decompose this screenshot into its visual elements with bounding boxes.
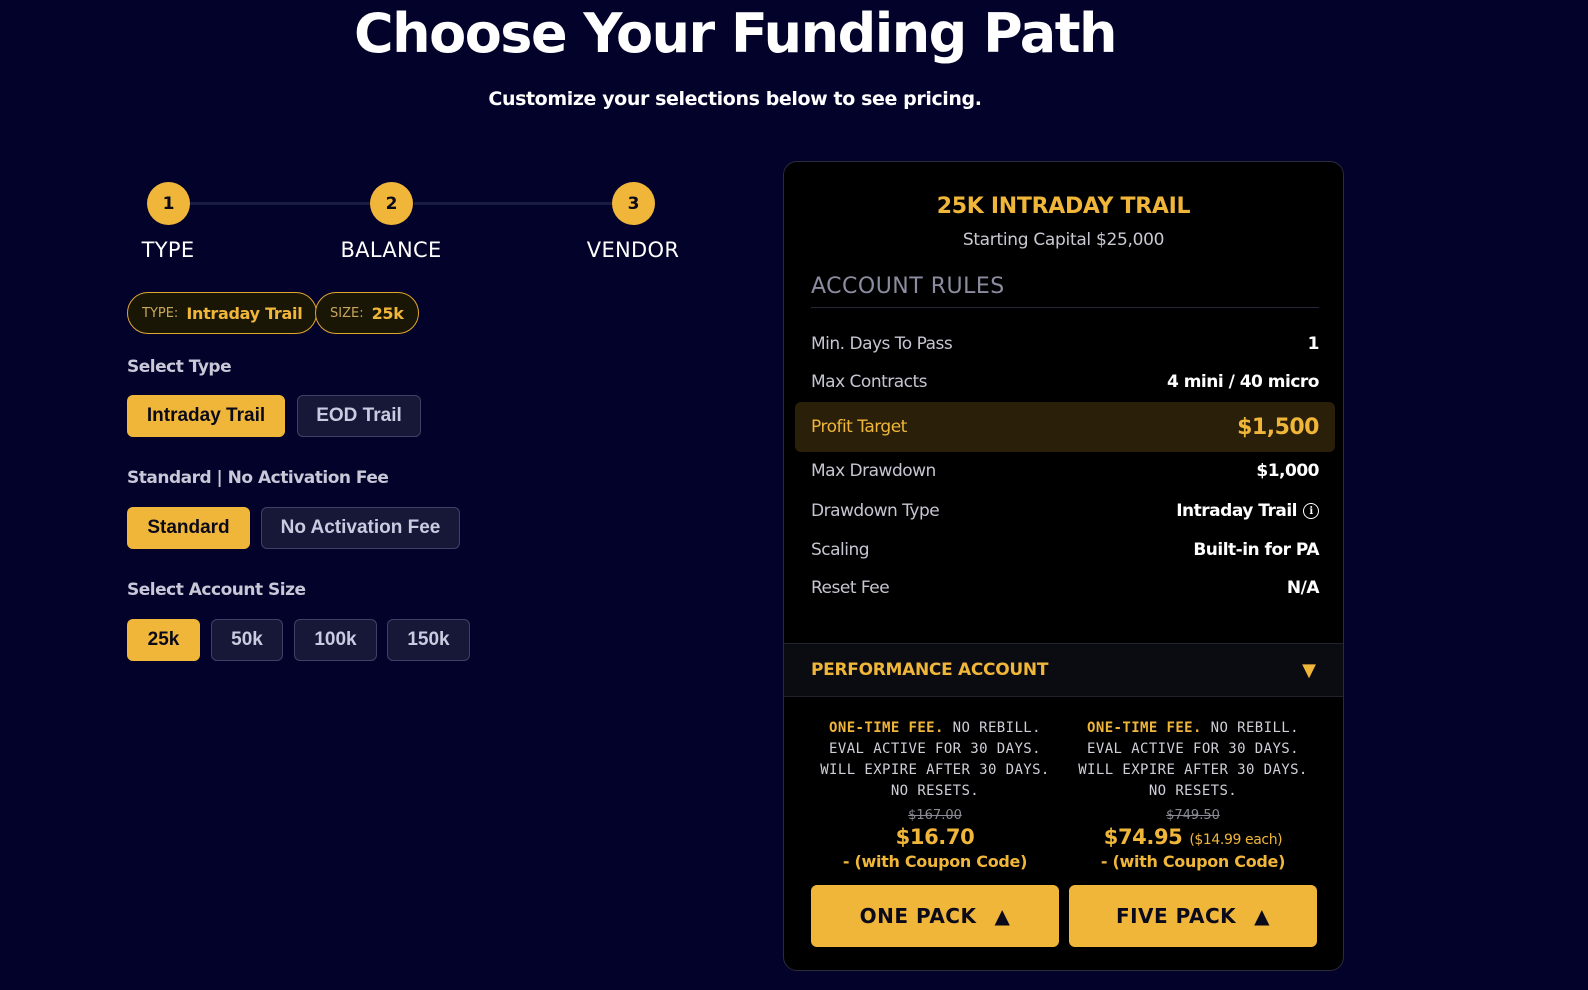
pricing-card: 25K INTRADAY TRAIL Starting Capital $25,… xyxy=(783,161,1344,971)
fee-description: ONE-TIME FEE. NO REBILL. EVAL ACTIVE FOR… xyxy=(1069,718,1317,802)
rule-max-drawdown: Max Drawdown $1,000 xyxy=(811,456,1319,486)
rule-max-contracts: Max Contracts 4 mini / 40 micro xyxy=(811,367,1320,397)
account-rules-heading: ACCOUNT RULES xyxy=(811,274,1319,308)
discounted-price: $16.70 xyxy=(811,825,1059,849)
chevron-up-icon: ▲ xyxy=(1254,904,1271,928)
step-connector xyxy=(190,202,370,205)
original-price: $167.00 xyxy=(908,808,962,823)
fee-option-standard[interactable]: Standard xyxy=(127,507,250,549)
type-chip[interactable]: TYPE: Intraday Trail xyxy=(127,292,318,334)
fee-line: NO RESETS. xyxy=(890,783,980,799)
fee-line: EVAL ACTIVE FOR 30 DAYS. xyxy=(829,741,1041,757)
info-icon[interactable]: i xyxy=(1303,503,1319,519)
fee-rest: NO REBILL. xyxy=(1201,720,1299,736)
rule-label: Reset Fee xyxy=(811,578,890,598)
step-2-label: BALANCE xyxy=(340,238,442,262)
chip-value: 25k xyxy=(371,303,404,323)
button-label: ONE PACK xyxy=(859,904,977,928)
fee-rest: NO REBILL. xyxy=(943,720,1041,736)
five-pack-details: ONE-TIME FEE. NO REBILL. EVAL ACTIVE FOR… xyxy=(1069,718,1317,871)
rule-value: Intraday Trail xyxy=(1176,501,1297,521)
rule-min-days: Min. Days To Pass 1 xyxy=(811,329,1320,359)
rule-profit-target: Profit Target $1,500 xyxy=(795,402,1335,452)
fee-line: EVAL ACTIVE FOR 30 DAYS. xyxy=(1087,741,1299,757)
rule-scaling: Scaling Built-in for PA xyxy=(811,535,1319,565)
size-chip[interactable]: SIZE: 25k xyxy=(315,292,419,334)
chevron-down-icon: ▼ xyxy=(1302,659,1316,681)
rule-label: Min. Days To Pass xyxy=(811,334,953,354)
rule-drawdown-type: Drawdown Type Intraday Trail i xyxy=(811,496,1319,526)
step-1-circle[interactable]: 1 xyxy=(147,182,190,225)
plan-title: 25K INTRADAY TRAIL xyxy=(936,194,1191,219)
coupon-note: - (with Coupon Code) xyxy=(1100,852,1286,871)
coupon-note: - (with Coupon Code) xyxy=(842,852,1028,871)
size-option-25k[interactable]: 25k xyxy=(127,619,200,661)
select-type-label: Select Type xyxy=(127,357,232,377)
page-subtitle: Customize your selections below to see p… xyxy=(488,88,982,110)
account-size-label: Select Account Size xyxy=(127,580,306,600)
five-pack-button[interactable]: FIVE PACK ▲ xyxy=(1069,885,1317,947)
size-option-150k[interactable]: 150k xyxy=(387,619,470,661)
fee-option-no-activation-fee[interactable]: No Activation Fee xyxy=(261,507,460,549)
performance-account-label: PERFORMANCE ACCOUNT xyxy=(811,660,1049,680)
discounted-price: $74.95 ($14.99 each) xyxy=(1069,825,1317,849)
rule-value: 4 mini / 40 micro xyxy=(1166,372,1320,392)
step-connector xyxy=(414,202,614,205)
performance-account-toggle[interactable]: PERFORMANCE ACCOUNT ▼ xyxy=(784,643,1343,697)
step-2-circle[interactable]: 2 xyxy=(370,182,413,225)
size-option-100k[interactable]: 100k xyxy=(294,619,377,661)
chip-key: TYPE: xyxy=(142,305,179,321)
fee-bold: ONE-TIME FEE. xyxy=(829,720,944,736)
rule-label: Max Drawdown xyxy=(811,461,936,481)
chevron-up-icon: ▲ xyxy=(994,904,1011,928)
price-value: $16.70 xyxy=(895,825,975,849)
rule-label: Max Contracts xyxy=(811,372,928,392)
rule-label: Drawdown Type xyxy=(811,501,940,521)
rule-value: $1,000 xyxy=(1256,461,1319,481)
chip-value: Intraday Trail xyxy=(186,303,303,323)
rule-value: Built-in for PA xyxy=(1193,540,1319,560)
rule-label: Profit Target xyxy=(811,417,907,437)
step-1-label: TYPE xyxy=(141,238,195,262)
rule-label: Scaling xyxy=(811,540,870,560)
rule-value: 1 xyxy=(1307,334,1320,354)
button-label: FIVE PACK xyxy=(1115,904,1237,928)
chip-key: SIZE: xyxy=(330,305,364,321)
starting-capital: Starting Capital $25,000 xyxy=(962,230,1165,250)
fee-line: WILL EXPIRE AFTER 30 DAYS. xyxy=(1078,762,1308,778)
type-option-eod-trail[interactable]: EOD Trail xyxy=(297,395,421,437)
size-option-50k[interactable]: 50k xyxy=(211,619,283,661)
fee-description: ONE-TIME FEE. NO REBILL. EVAL ACTIVE FOR… xyxy=(811,718,1059,802)
rule-value: N/A xyxy=(1286,578,1320,598)
price-value: $74.95 xyxy=(1103,825,1183,849)
one-pack-button[interactable]: ONE PACK ▲ xyxy=(811,885,1059,947)
rule-value: $1,500 xyxy=(1237,414,1319,440)
one-pack-details: ONE-TIME FEE. NO REBILL. EVAL ACTIVE FOR… xyxy=(811,718,1059,871)
fee-line: NO RESETS. xyxy=(1148,783,1238,799)
step-3-circle[interactable]: 3 xyxy=(612,182,655,225)
type-option-intraday-trail[interactable]: Intraday Trail xyxy=(127,395,285,437)
step-3-label: VENDOR xyxy=(586,238,680,262)
per-pack-price: ($14.99 each) xyxy=(1189,832,1283,848)
fee-bold: ONE-TIME FEE. xyxy=(1087,720,1202,736)
fee-type-label: Standard | No Activation Fee xyxy=(127,468,389,488)
page-title: Choose Your Funding Path xyxy=(354,2,1117,65)
original-price: $749.50 xyxy=(1166,808,1220,823)
rule-reset-fee: Reset Fee N/A xyxy=(811,573,1320,603)
fee-line: WILL EXPIRE AFTER 30 DAYS. xyxy=(820,762,1050,778)
